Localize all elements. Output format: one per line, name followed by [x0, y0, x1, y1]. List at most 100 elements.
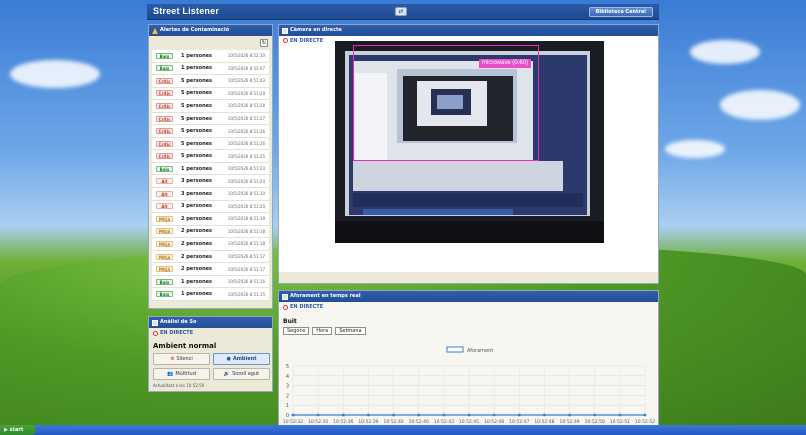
alert-row[interactable]: Crític 5 persones 10/5/2026 8:51:25 [152, 150, 269, 163]
series-point [341, 413, 345, 417]
capacity-chart: Aforament01234510:52:32 10:52:35 10:52:36 1… [283, 346, 655, 425]
range-week-button[interactable]: Setmana [335, 327, 366, 335]
speaker-icon: 🔊 [223, 371, 231, 377]
capacity-live-label: EN DIRECTE [290, 304, 324, 310]
capacity-title: Aforament en temps real [290, 293, 361, 299]
crowd-button[interactable]: 👥 Multitud [153, 368, 210, 380]
alerts-toolbar: ↻ [149, 36, 272, 48]
camera-title: Càmera en directe [290, 27, 342, 33]
y-tick-label: 2 [286, 393, 289, 399]
alert-row[interactable]: Mitjà 2 persones 10/5/2026 8:51:19 [152, 213, 269, 226]
alert-row[interactable]: Crític 5 persones 10/5/2026 8:51:27 [152, 112, 269, 126]
alert-row[interactable]: Mitjà 2 persones 10/5/2026 8:51:17 [152, 263, 269, 276]
alert-count: 1 persones [181, 52, 212, 59]
alert-row[interactable]: Baix 1 persones 10/5/2026 8:52:07 [152, 62, 269, 76]
wallpaper-cloud [10, 60, 100, 88]
alert-time: 10/5/2026 8:51:17 [227, 266, 265, 272]
alert-row[interactable]: Mitjà 2 persones 10/5/2026 8:51:17 [152, 250, 269, 264]
alerts-header: Alertes de Contaminació [149, 25, 272, 36]
y-tick-label: 4 [286, 374, 289, 380]
start-label: start [9, 427, 24, 433]
silence-button[interactable]: ⊗ Silenci [153, 353, 210, 365]
alert-row[interactable]: Baix 1 persones 10/5/2026 8:51:16 [152, 275, 269, 289]
y-tick-label: 3 [286, 384, 289, 390]
refresh-icon[interactable]: ↻ [260, 39, 268, 47]
series-point [367, 413, 370, 417]
alert-count: 2 persones [181, 253, 212, 260]
alert-count: 2 persones [181, 266, 212, 273]
live-dot-icon [153, 330, 158, 336]
alert-level-badge: Baix [156, 278, 173, 285]
start-button[interactable]: ▶ start [0, 425, 36, 435]
alert-level-badge: Mitjà [156, 266, 173, 273]
alert-row[interactable]: Crític 5 persones 10/5/2026 8:51:26 [152, 125, 269, 138]
alert-row[interactable]: Crític 5 persones 10/5/2026 8:51:28 [152, 100, 269, 113]
ambient-icon: ● [226, 356, 231, 362]
series-point [291, 413, 295, 417]
alert-time: 10/5/2026 8:51:29 [227, 90, 265, 96]
sharp-noise-label: Soroll agut [232, 371, 260, 377]
alert-time: 10/5/2026 8:51:27 [227, 116, 265, 121]
y-tick-label: 1 [286, 403, 289, 409]
sharp-noise-button[interactable]: 🔊 Soroll agut [213, 368, 270, 380]
y-tick-label: 5 [286, 364, 289, 370]
alert-row[interactable]: Alt 3 persones 10/5/2026 8:51:20 [152, 188, 269, 201]
live-dot-icon [283, 38, 288, 43]
alert-row[interactable]: Baix 1 persones 10/5/2026 8:51:15 [152, 288, 269, 301]
warning-icon [152, 27, 158, 34]
capacity-live-tag: EN DIRECTE [279, 302, 323, 312]
alert-row[interactable]: Baix 1 persones 10/5/2026 8:51:24 [152, 162, 269, 176]
alert-level-badge: Mitjà [156, 240, 173, 247]
alert-row[interactable]: Crític 5 persones 10/5/2026 8:51:26 [152, 137, 269, 151]
ambient-button[interactable]: ● Ambient [213, 353, 270, 365]
alert-row[interactable]: Mitjà 2 persones 10/5/2026 8:51:18 [152, 238, 269, 251]
alert-level-badge: Baix [156, 52, 173, 59]
alert-row[interactable]: Baix 1 persones 10/5/2026 8:52:10 [152, 50, 269, 63]
legend-label: Aforament [467, 348, 493, 354]
alert-time: 10/5/2026 8:51:18 [227, 228, 265, 234]
sound-panel: Anàlisi de So EN DIRECTE Ambient normal … [148, 316, 273, 392]
alert-time: 10/5/2026 8:51:18 [227, 241, 265, 247]
alert-time: 10/5/2026 8:52:10 [227, 53, 265, 59]
series-point [593, 413, 597, 417]
alert-count: 5 persones [181, 77, 212, 84]
alert-count: 2 persones [181, 228, 212, 235]
wallpaper-cloud [720, 90, 800, 120]
crowd-label: Multitud [175, 371, 196, 377]
range-hour-button[interactable]: Hora [312, 327, 333, 335]
alert-time: 10/5/2026 8:51:17 [227, 254, 265, 260]
alert-count: 5 persones [181, 102, 212, 109]
sound-title: Anàlisi de So [160, 319, 197, 325]
alert-row[interactable]: Mitjà 2 persones 10/5/2026 8:51:18 [152, 225, 269, 239]
center-icon-button[interactable]: ⇄ [395, 7, 407, 16]
taskbar: ▶ start [0, 425, 806, 435]
range-seconds-button[interactable]: Segons [283, 327, 310, 335]
wallpaper-cloud [690, 40, 760, 64]
alert-time: 10/5/2026 8:51:19 [227, 216, 265, 222]
crowd-icon: 👥 [167, 371, 174, 377]
app-title: Street Listener [153, 6, 220, 16]
capacity-body: EN DIRECTE Buit Segons Hora Setmana Afor… [279, 302, 658, 428]
sound-live-tag: EN DIRECTE [149, 328, 272, 338]
alert-level-badge: Baix [156, 165, 173, 172]
alert-time: 10/5/2026 8:51:20 [227, 191, 265, 197]
alert-count: 2 persones [181, 215, 212, 222]
alert-count: 2 persones [181, 240, 212, 247]
alert-row[interactable]: Crític 5 persones 10/5/2026 8:51:29 [152, 87, 269, 101]
alert-level-badge: Alt [156, 203, 173, 210]
library-button[interactable]: Biblioteca Central [588, 7, 653, 17]
alert-level-badge: Baix [156, 65, 173, 72]
series-point [467, 413, 471, 417]
series-point [492, 413, 496, 417]
alert-row[interactable]: Alt 3 persones 10/5/2026 8:51:24 [152, 175, 269, 189]
silence-label: Silenci [176, 356, 193, 362]
sound-analysis-icon [152, 319, 158, 326]
silence-icon: ⊗ [170, 356, 175, 362]
series-point [442, 413, 446, 417]
alert-row[interactable]: Alt 3 persones 10/5/2026 8:51:20 [152, 200, 269, 214]
alert-level-badge: Mitjà [156, 253, 173, 260]
camera-header: Càmera en directe [279, 25, 658, 36]
alert-time: 10/5/2026 8:51:28 [227, 103, 265, 109]
alert-level-badge: Alt [156, 178, 173, 185]
alert-row[interactable]: Crític 5 persones 10/5/2026 8:51:43 [152, 75, 269, 88]
